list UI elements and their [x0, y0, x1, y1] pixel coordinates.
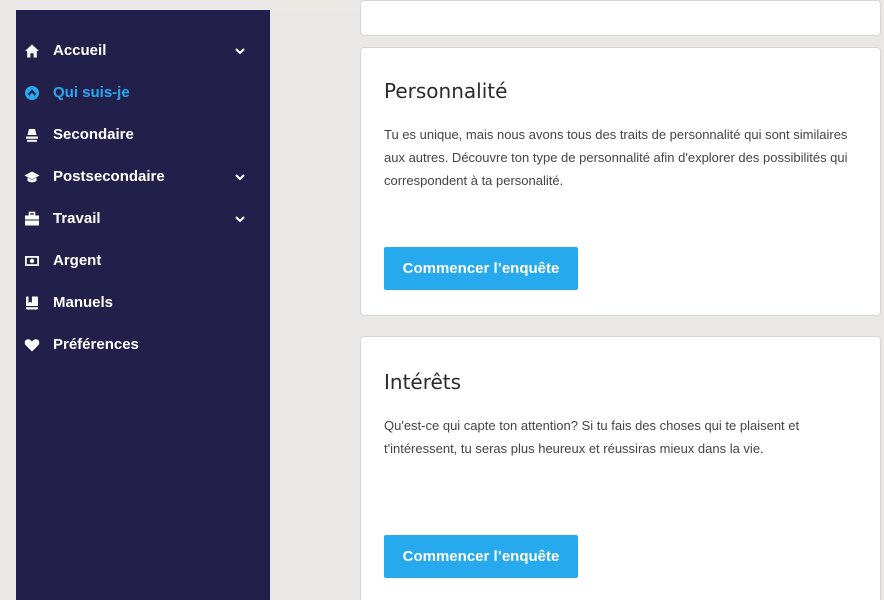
sidebar-item-label: Secondaire — [53, 126, 134, 143]
book-icon — [26, 296, 38, 310]
sidebar: Accueil Qui suis-je Secondaire Postsecon… — [16, 10, 270, 600]
sidebar-item-postsecondaire[interactable]: Postsecondaire — [16, 161, 270, 193]
window-frame-left — [0, 0, 16, 600]
sidebar-item-label: Préférences — [53, 336, 139, 353]
briefcase-icon — [25, 211, 39, 226]
chevron-down-icon[interactable] — [234, 214, 246, 224]
sidebar-item-label: Manuels — [53, 294, 114, 311]
sidebar-item-label: Travail — [53, 210, 101, 227]
main-content: Personnalité Tu es unique, mais nous avo… — [270, 0, 884, 600]
sidebar-item-qui-suis-je[interactable]: Qui suis-je — [16, 77, 270, 109]
previous-card — [360, 0, 881, 36]
money-icon — [25, 256, 39, 266]
sidebar-item-secondaire[interactable]: Secondaire — [16, 119, 270, 151]
sidebar-item-label: Accueil — [53, 42, 107, 59]
sidebar-item-travail[interactable]: Travail — [16, 203, 270, 235]
start-survey-button[interactable]: Commencer l’enquête — [384, 247, 578, 290]
interests-card: Intérêts Qu'est-ce qui capte ton attenti… — [360, 336, 881, 600]
sidebar-item-label: Argent — [53, 252, 102, 269]
school-icon — [26, 129, 38, 142]
chevron-down-icon[interactable] — [234, 46, 246, 56]
circle-arrow-up-icon — [25, 86, 39, 100]
sidebar-item-manuels[interactable]: Manuels — [16, 287, 270, 319]
personality-card: Personnalité Tu es unique, mais nous avo… — [360, 47, 881, 316]
card-description: Qu'est-ce qui capte ton attention? Si tu… — [384, 418, 800, 456]
sidebar-item-label: Qui suis-je — [53, 84, 130, 101]
card-title: Personnalité — [384, 79, 508, 103]
home-icon — [25, 44, 39, 58]
graduation-cap-icon — [24, 171, 40, 183]
chevron-down-icon[interactable] — [234, 172, 246, 182]
sidebar-item-preferences[interactable]: Préférences — [16, 329, 270, 361]
sidebar-item-label: Postsecondaire — [53, 168, 165, 185]
card-title: Intérêts — [384, 370, 462, 394]
start-survey-button[interactable]: Commencer l’enquête — [384, 535, 578, 578]
sidebar-item-argent[interactable]: Argent — [16, 245, 270, 277]
heart-icon — [24, 339, 40, 352]
card-description: Tu es unique, mais nous avons tous des t… — [384, 127, 848, 188]
sidebar-item-accueil[interactable]: Accueil — [16, 35, 270, 67]
